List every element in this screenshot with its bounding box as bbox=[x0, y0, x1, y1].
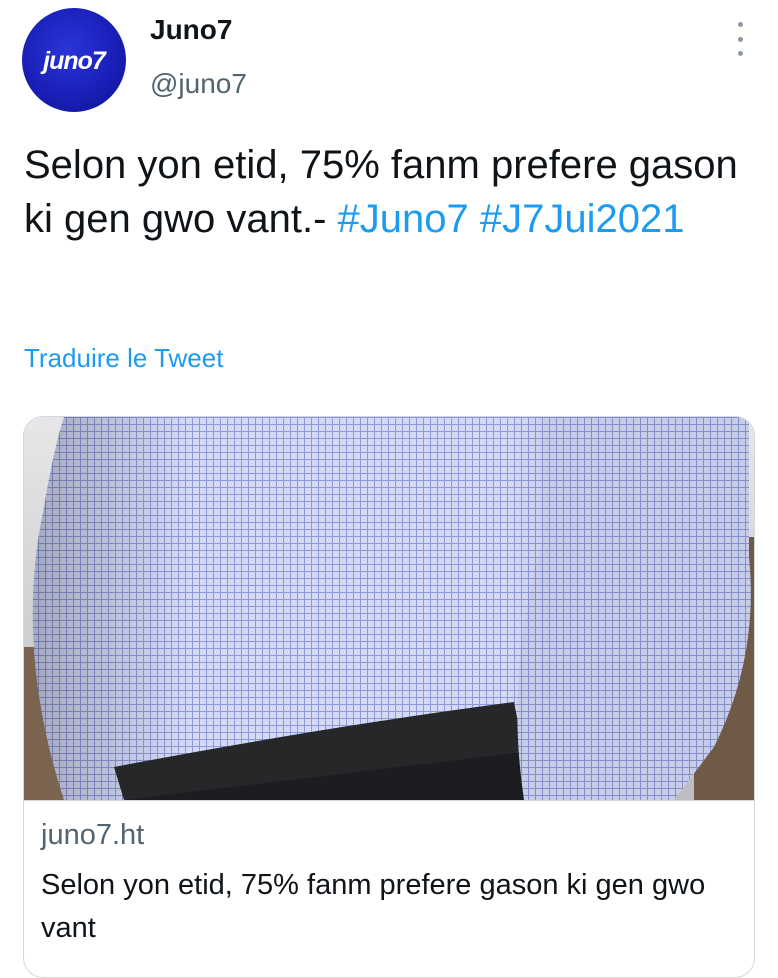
display-name[interactable]: Juno7 bbox=[150, 14, 232, 46]
juno7-logo: juno7 bbox=[43, 46, 106, 75]
more-dot bbox=[737, 22, 743, 27]
tweet-text: Selon yon etid, 75% fanm prefere gason k… bbox=[24, 138, 754, 246]
hashtag-j7jui2021[interactable]: #J7Jui2021 bbox=[480, 197, 685, 241]
translate-tweet-link[interactable]: Traduire le Tweet bbox=[24, 343, 223, 374]
more-options-icon[interactable] bbox=[730, 22, 750, 56]
link-preview-card[interactable]: juno7.ht Selon yon etid, 75% fanm prefer… bbox=[23, 416, 755, 978]
card-title: Selon yon etid, 75% fanm prefere gason k… bbox=[41, 869, 706, 944]
card-domain: juno7.ht bbox=[41, 819, 145, 851]
more-dot bbox=[737, 36, 743, 42]
profile-avatar[interactable]: juno7 bbox=[22, 8, 126, 112]
card-divider bbox=[24, 800, 754, 801]
hashtag-juno7[interactable]: #Juno7 bbox=[338, 197, 469, 241]
user-handle[interactable]: @juno7 bbox=[150, 68, 247, 100]
more-dot bbox=[737, 51, 743, 56]
card-image bbox=[24, 417, 754, 800]
